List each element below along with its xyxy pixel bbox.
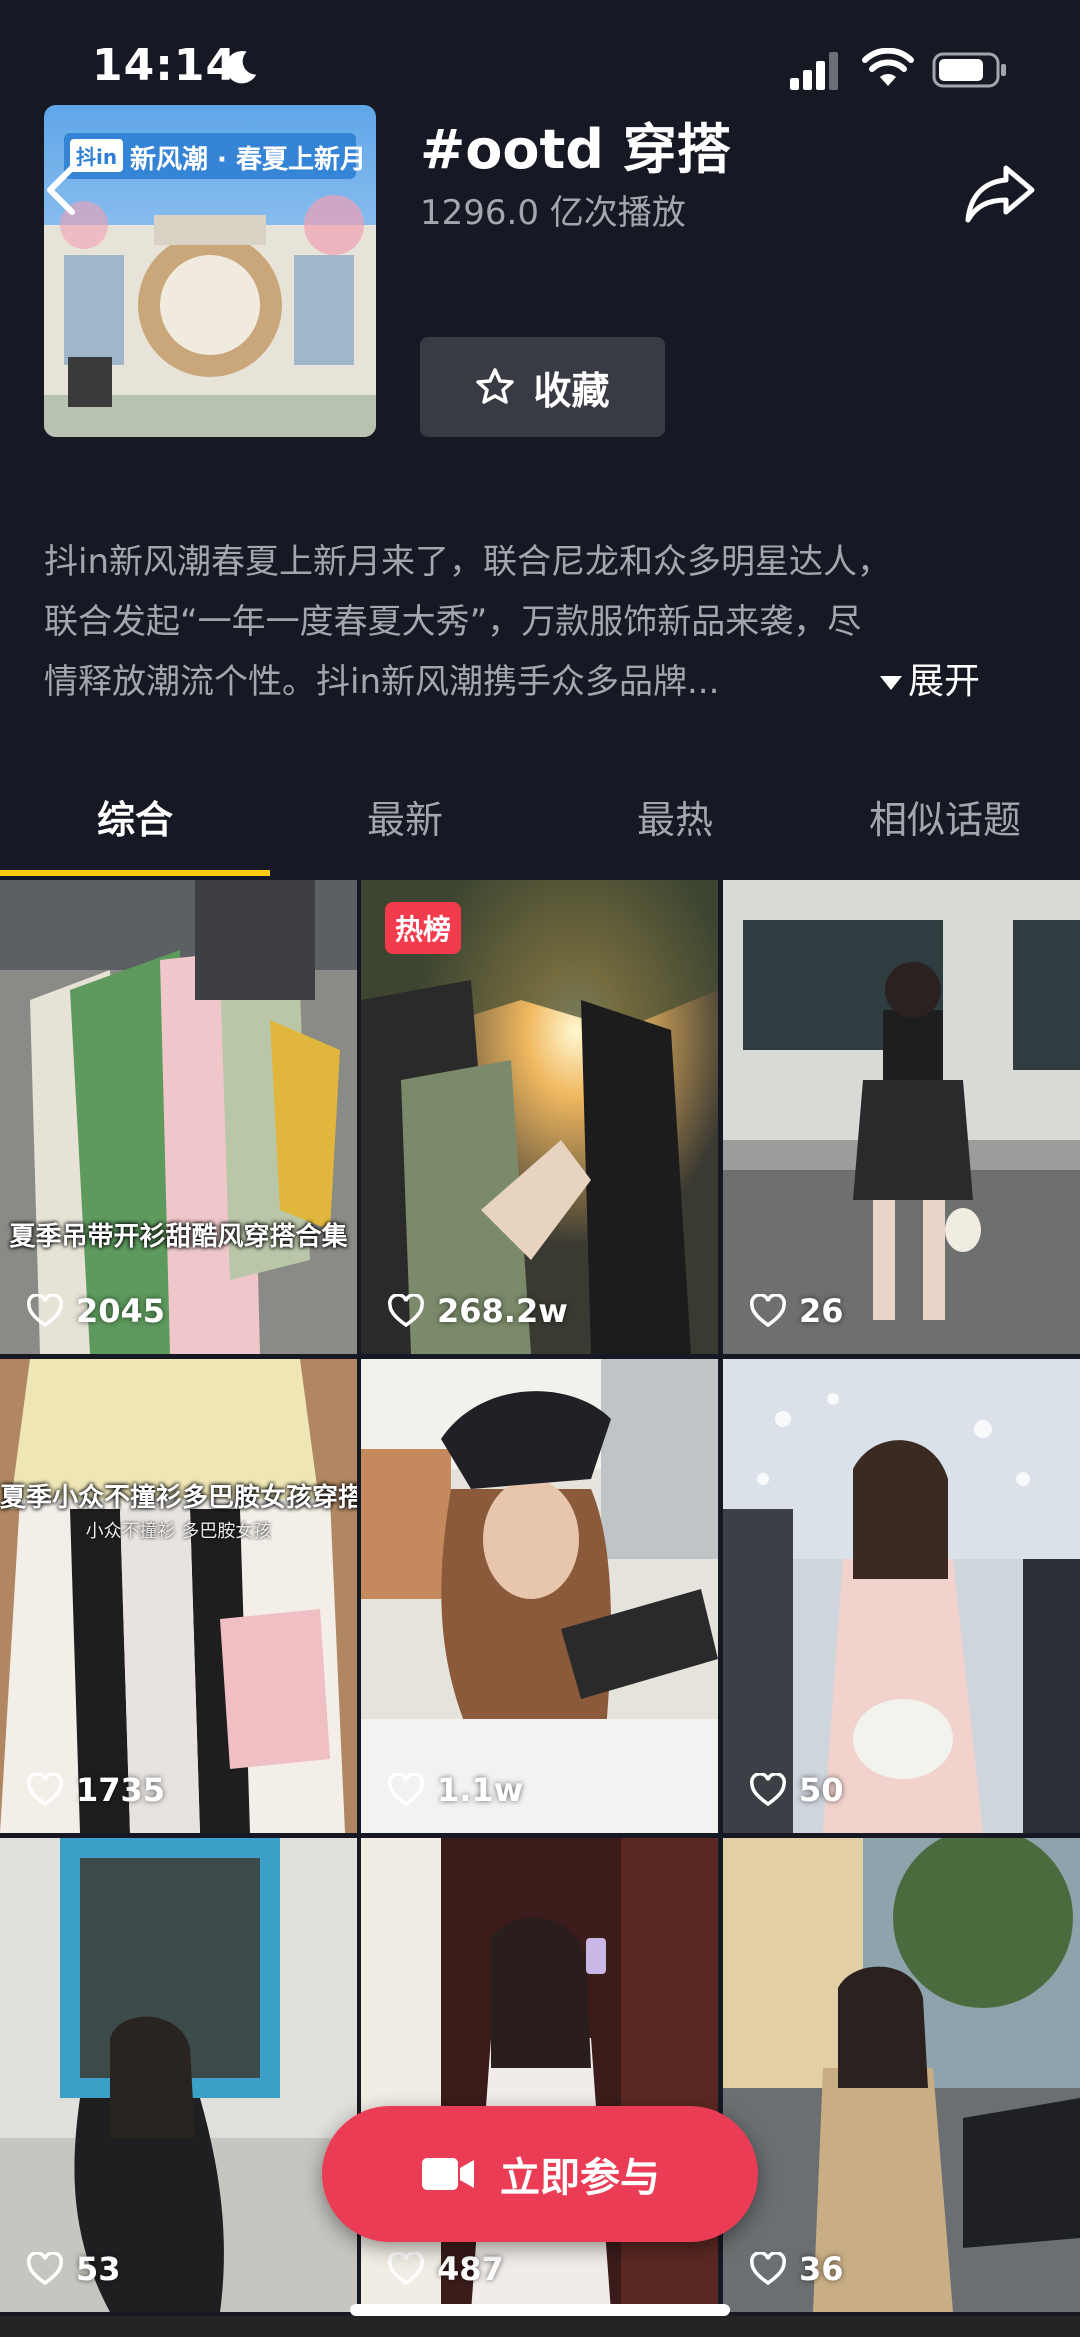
video-thumbnail	[0, 880, 357, 1354]
video-card[interactable]: 26	[723, 880, 1080, 1354]
like-count-text: 268.2w	[437, 1292, 568, 1330]
heart-outline-icon	[27, 2252, 63, 2286]
cover-banner-text: 新风潮 · 春夏上新月	[130, 145, 366, 175]
like-count: 268.2w	[387, 1292, 568, 1330]
video-caption: 夏季吊带开衫甜酷风穿搭合集	[9, 1222, 348, 1252]
heart-outline-icon	[27, 1773, 63, 1807]
like-count-text: 50	[799, 1771, 844, 1809]
join-now-button[interactable]: 立即参与	[322, 2106, 758, 2242]
video-thumbnail	[0, 1838, 357, 2312]
play-count: 1296.0 亿次播放	[420, 193, 686, 233]
description-line: 抖in新风潮春夏上新月来了，联合尼龙和众多明星达人，	[44, 542, 891, 582]
do-not-disturb-moon-icon	[225, 51, 257, 84]
video-card[interactable]: 热榜 268.2w	[361, 880, 718, 1354]
video-card[interactable]: 1.1w	[361, 1359, 718, 1833]
tab-comprehensive[interactable]: 综合	[0, 780, 270, 860]
tab-similar-topics[interactable]: 相似话题	[810, 780, 1080, 860]
heart-outline-icon	[388, 1294, 424, 1328]
tab-hottest[interactable]: 最热	[540, 780, 810, 860]
heart-outline-icon	[388, 2252, 424, 2286]
next-row-peek	[0, 2316, 1080, 2337]
video-camera-icon	[422, 2158, 474, 2190]
favorite-button[interactable]: 收藏	[420, 337, 665, 437]
like-count: 487	[387, 2250, 504, 2288]
triangle-down-icon	[880, 676, 902, 690]
like-count-text: 26	[799, 1292, 844, 1330]
hot-list-badge: 热榜	[385, 902, 462, 954]
expand-label: 展开	[908, 661, 981, 702]
heart-outline-icon	[750, 2252, 786, 2286]
back-arrow-icon[interactable]	[42, 160, 82, 220]
video-card[interactable]: 夏季吊带开衫甜酷风穿搭合集 2045	[0, 880, 357, 1354]
video-thumbnail	[723, 1838, 1080, 2312]
active-tab-indicator	[0, 870, 270, 876]
wifi-icon	[862, 48, 914, 86]
like-count-text: 36	[799, 2250, 844, 2288]
tab-bar: 综合 最新 最热 相似话题	[0, 780, 1080, 880]
like-count-text: 487	[437, 2250, 504, 2288]
star-icon	[476, 368, 515, 404]
heart-outline-icon	[388, 1773, 424, 1807]
tab-latest[interactable]: 最新	[270, 780, 540, 860]
video-thumbnail	[0, 1359, 357, 1833]
video-thumbnail	[361, 1359, 718, 1833]
share-icon[interactable]	[964, 162, 1038, 224]
video-card[interactable]: 36	[723, 1838, 1080, 2312]
like-count: 1735	[26, 1771, 165, 1809]
like-count: 1.1w	[387, 1771, 523, 1809]
video-subcaption: 小众不撞衫 多巴胺女孩	[85, 1521, 272, 1542]
video-caption: 夏季小众不撞衫多巴胺女孩穿搭	[0, 1483, 357, 1513]
video-card[interactable]: 50	[723, 1359, 1080, 1833]
video-card[interactable]: 53	[0, 1838, 357, 2312]
cellular-signal-icon	[790, 52, 838, 90]
like-count-text: 53	[76, 2250, 121, 2288]
home-indicator[interactable]	[350, 2304, 730, 2316]
favorite-label: 收藏	[533, 368, 610, 413]
heart-outline-icon	[750, 1294, 786, 1328]
video-thumbnail	[723, 1359, 1080, 1833]
battery-icon	[932, 52, 1006, 88]
like-count: 26	[749, 1292, 844, 1330]
video-thumbnail	[723, 880, 1080, 1354]
like-count: 2045	[26, 1292, 165, 1330]
like-count-text: 1.1w	[437, 1771, 524, 1809]
topic-cover-image: 抖in 新风潮 · 春夏上新月	[44, 105, 376, 437]
like-count: 53	[26, 2250, 121, 2288]
like-count-text: 2045	[76, 1292, 166, 1330]
heart-outline-icon	[27, 1294, 63, 1328]
topic-title: #ootd 穿搭	[420, 118, 731, 181]
like-count: 36	[749, 2250, 844, 2288]
like-count: 50	[749, 1771, 844, 1809]
like-count-text: 1735	[76, 1771, 166, 1809]
heart-outline-icon	[750, 1773, 786, 1807]
status-time: 14:14	[92, 40, 238, 91]
expand-button[interactable]: 展开	[880, 652, 980, 712]
video-card[interactable]: 夏季小众不撞衫多巴胺女孩穿搭 小众不撞衫 多巴胺女孩 1735	[0, 1359, 357, 1833]
join-now-label: 立即参与	[500, 2155, 660, 2201]
description-line: 联合发起“一年一度春夏大秀”，万款服饰新品来袭，尽	[44, 602, 862, 642]
